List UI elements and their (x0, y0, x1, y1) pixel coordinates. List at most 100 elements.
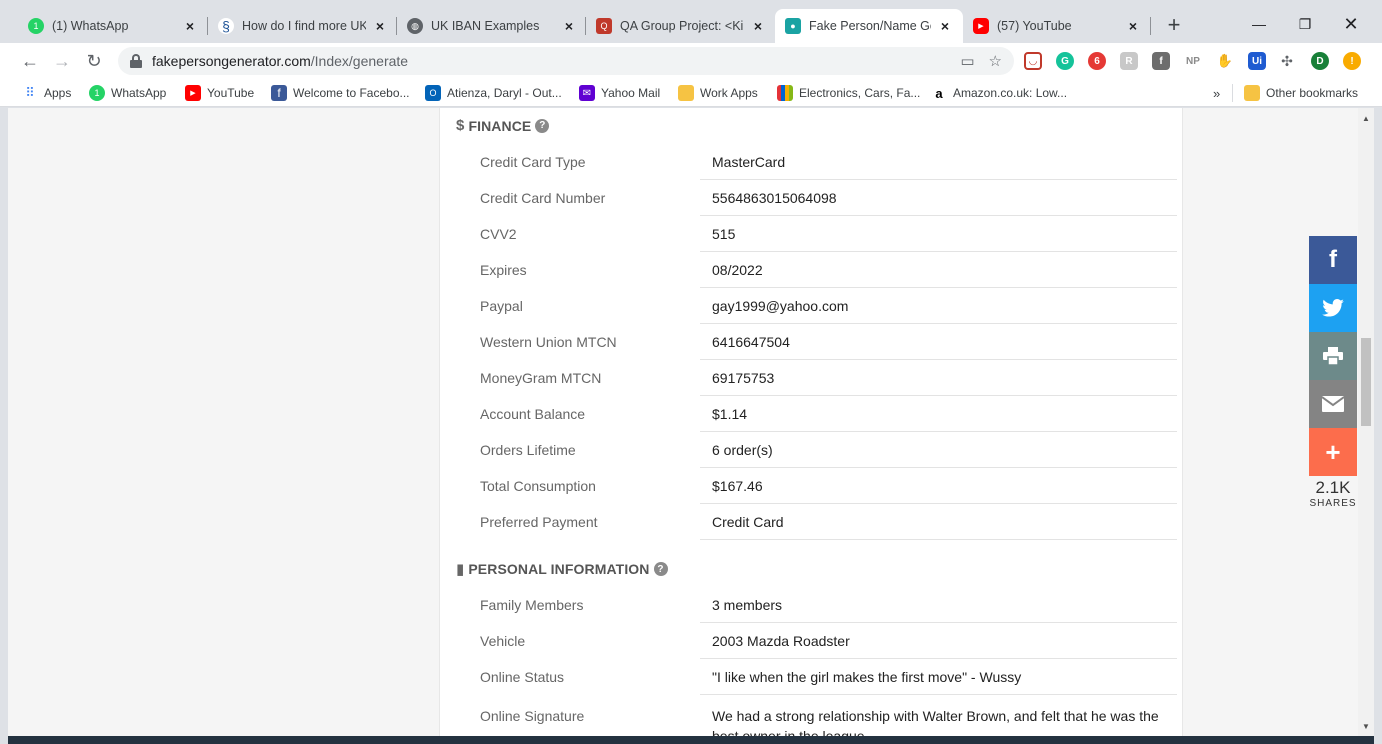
bookmark-facebook[interactable]: f Welcome to Facebo... (271, 84, 410, 102)
document-icon: ▮ (456, 561, 465, 578)
bookmark-work-apps[interactable]: Work Apps (678, 84, 758, 102)
scroll-down-arrow[interactable]: ▼ (1358, 718, 1374, 734)
personal-information-heading: ▮ PERSONAL INFORMATION ? (456, 560, 668, 578)
other-bookmarks[interactable]: Other bookmarks (1244, 84, 1358, 102)
close-tab-icon[interactable]: × (372, 18, 388, 34)
facebook-icon: f (1329, 246, 1337, 273)
share-print-button[interactable] (1309, 332, 1357, 380)
tab-whatsapp[interactable]: 1 (1) WhatsApp × (18, 9, 208, 43)
close-tab-icon[interactable]: × (937, 18, 953, 34)
new-tab-button[interactable]: + (1162, 12, 1186, 37)
help-icon[interactable]: ? (535, 118, 550, 133)
stackexchange-icon: § (218, 18, 234, 34)
update-alert-icon[interactable]: ! (1343, 52, 1361, 70)
forward-button[interactable]: → (50, 49, 74, 73)
puzzle-extensions-icon[interactable]: ✣ (1278, 52, 1296, 70)
table-row: Preferred Payment Credit Card (440, 504, 1184, 540)
close-tab-icon[interactable]: × (750, 18, 766, 34)
bookmarks-bar: ⠿ Apps 1 WhatsApp ▶ YouTube f Welcome to… (0, 79, 1382, 107)
table-row: Total Consumption $167.46 (440, 468, 1184, 504)
tab-youtube[interactable]: ▶ (57) YouTube × (963, 9, 1151, 43)
bookmarks-overflow-button[interactable]: » (1213, 84, 1220, 102)
folder-icon (678, 85, 694, 101)
scroll-thumb[interactable] (1361, 338, 1371, 426)
tab-stackexchange[interactable]: § How do I find more UK × (208, 9, 398, 43)
scroll-up-arrow[interactable]: ▲ (1358, 110, 1374, 126)
youtube-icon: ▶ (973, 18, 989, 34)
close-tab-icon[interactable]: × (182, 18, 198, 34)
field-value: 69175753 (700, 360, 1177, 396)
tab-title: QA Group Project: <Kin (620, 19, 744, 33)
field-label: CVV2 (480, 226, 517, 242)
bookmark-ebay[interactable]: Electronics, Cars, Fa... (777, 84, 920, 102)
bookmark-star-icon[interactable]: ☆ (989, 52, 1002, 70)
field-label: Western Union MTCN (480, 334, 617, 350)
page-viewport: $ FINANCE ? Credit Card Type MasterCard … (8, 108, 1358, 736)
folder-icon (1244, 85, 1260, 101)
field-value: 515 (700, 216, 1177, 252)
field-value: We had a strong relationship with Walter… (712, 708, 1159, 736)
uipath-extension-icon[interactable]: Ui (1248, 52, 1266, 70)
back-button[interactable]: ← (18, 49, 42, 73)
reload-button[interactable]: ↻ (82, 49, 106, 73)
lock-icon[interactable] (130, 54, 142, 68)
share-more-button[interactable]: + (1309, 428, 1357, 476)
profile-avatar[interactable]: D (1311, 52, 1329, 70)
browser-toolbar: ← → ↻ fakepersongenerator.com/Index/gene… (0, 43, 1382, 79)
field-value: "I like when the girl makes the first mo… (700, 659, 1177, 695)
bookmark-amazon[interactable]: a Amazon.co.uk: Low... (931, 84, 1067, 102)
os-taskbar (8, 736, 1374, 744)
help-icon[interactable]: ? (653, 562, 668, 576)
field-label: Expires (480, 262, 527, 278)
share-email-button[interactable] (1309, 380, 1357, 428)
tab-title: (57) YouTube (997, 19, 1072, 33)
table-row: Online Signature We had a strong relatio… (440, 698, 1184, 736)
extension-icon[interactable]: R (1120, 52, 1138, 70)
field-label: Online Signature (480, 708, 585, 724)
grammarly-extension-icon[interactable]: G (1056, 52, 1074, 70)
share-facebook-button[interactable]: f (1309, 236, 1357, 284)
minimize-button[interactable]: — (1236, 10, 1282, 38)
field-label: Preferred Payment (480, 514, 598, 530)
finance-heading: $ FINANCE ? (456, 117, 550, 134)
field-label: Account Balance (480, 406, 586, 422)
tab-uk-iban[interactable]: ◍ UK IBAN Examples × (397, 9, 587, 43)
field-value: gay1999@yahoo.com (700, 288, 1177, 324)
table-row: Orders Lifetime 6 order(s) (440, 432, 1184, 468)
field-value: 6416647504 (700, 324, 1177, 360)
pocket-extension-icon[interactable]: ◡ (1024, 52, 1042, 70)
table-row: Vehicle 2003 Mazda Roadster (440, 623, 1184, 659)
np-extension-icon[interactable]: NP (1182, 52, 1204, 70)
table-row: Expires 08/2022 (440, 252, 1184, 288)
tab-fake-person[interactable]: ● Fake Person/Name Gen × (775, 9, 963, 43)
address-bar[interactable]: fakepersongenerator.com/Index/generate ▭… (118, 47, 1014, 75)
restore-button[interactable]: ❐ (1282, 10, 1328, 38)
bookmark-youtube[interactable]: ▶ YouTube (185, 84, 254, 102)
field-label: Online Status (480, 669, 565, 685)
whatsapp-icon: 1 (89, 85, 105, 101)
field-value: 5564863015064098 (700, 180, 1177, 216)
cast-icon[interactable]: ▭ (960, 52, 974, 70)
envelope-icon (1322, 396, 1344, 412)
field-label: Credit Card Number (480, 190, 606, 206)
page-scrollbar[interactable]: ▲ ▼ (1358, 108, 1374, 736)
share-twitter-button[interactable] (1309, 284, 1357, 332)
url-text[interactable]: fakepersongenerator.com/Index/generate (152, 53, 408, 69)
bookmark-apps[interactable]: ⠿ Apps (22, 84, 71, 102)
bookmark-outlook[interactable]: O Atienza, Daryl - Out... (425, 84, 562, 102)
bookmark-yahoo-mail[interactable]: ✉ Yahoo Mail (579, 84, 660, 102)
bookmark-whatsapp[interactable]: 1 WhatsApp (89, 84, 166, 102)
close-window-button[interactable]: ✕ (1328, 10, 1374, 38)
field-label: Total Consumption (480, 478, 596, 494)
ebay-icon (777, 85, 793, 101)
adblock-extension-icon[interactable]: 6 (1088, 52, 1106, 70)
table-row: MoneyGram MTCN 69175753 (440, 360, 1184, 396)
close-tab-icon[interactable]: × (1125, 18, 1141, 34)
hand-extension-icon[interactable]: ✋ (1216, 52, 1234, 70)
facebook-extension-icon[interactable]: f (1152, 52, 1170, 70)
amazon-icon: a (931, 85, 947, 101)
field-value: 08/2022 (700, 252, 1177, 288)
close-tab-icon[interactable]: × (561, 18, 577, 34)
tab-qa-group[interactable]: Q QA Group Project: <Kin × (586, 9, 776, 43)
tab-title: How do I find more UK (242, 19, 366, 33)
